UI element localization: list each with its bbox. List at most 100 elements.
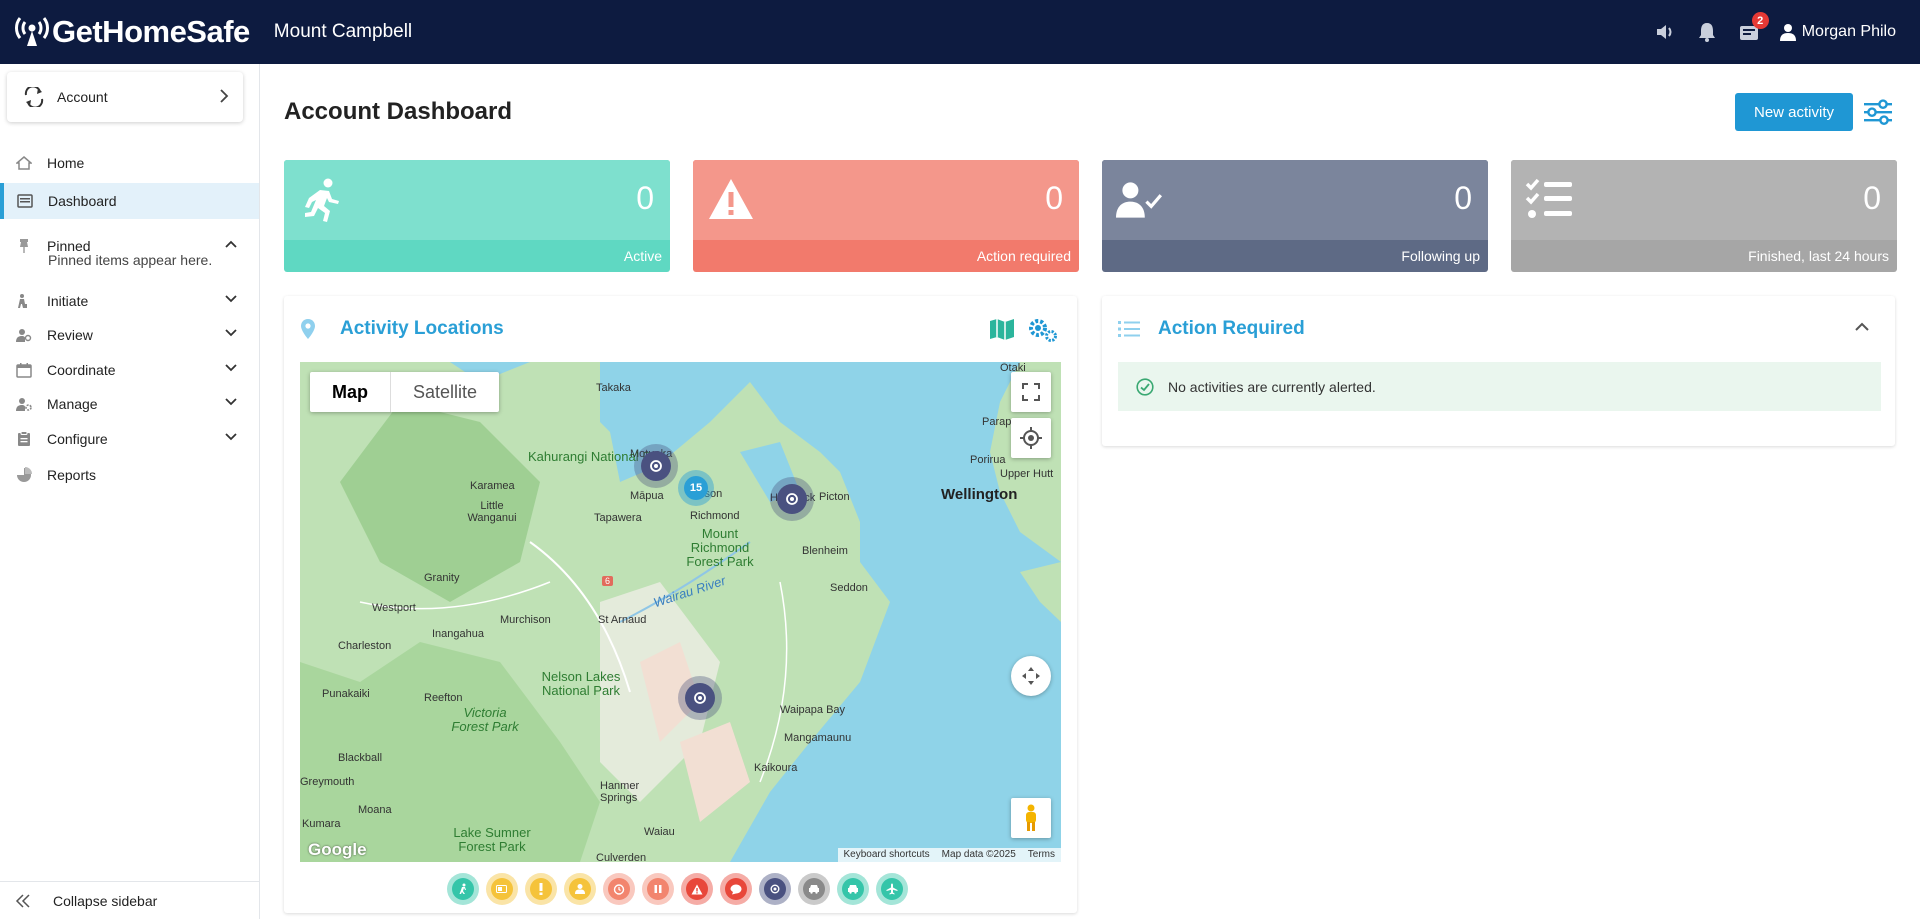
- exclamation-icon: [539, 883, 543, 895]
- legend-location[interactable]: [759, 873, 791, 905]
- broadcast-logo-icon: [15, 17, 49, 46]
- sidebar-item-dashboard[interactable]: Dashboard: [0, 183, 259, 219]
- activity-map[interactable]: Takaka Kahurangi National Park Motueka M…: [300, 362, 1061, 862]
- stat-card-following-up[interactable]: 0 Following up: [1102, 160, 1488, 272]
- car-check-icon: [848, 885, 858, 894]
- map-label: Little Wanganui: [467, 500, 517, 524]
- camera-control-button[interactable]: [1011, 656, 1051, 696]
- map-label: Greymouth: [300, 776, 355, 788]
- map-label: Porirua: [970, 454, 1006, 466]
- map-label: Tapawera: [594, 512, 642, 524]
- task-list-icon: [1525, 178, 1572, 218]
- activity-locations-title: Activity Locations: [340, 318, 504, 339]
- inbox-icon[interactable]: 2: [1738, 12, 1769, 43]
- map-label: Blackball: [338, 752, 383, 764]
- legend-active[interactable]: [447, 873, 479, 905]
- sidebar-item-label: Manage: [47, 396, 98, 412]
- volume-icon[interactable]: [1654, 21, 1676, 43]
- terms-link[interactable]: Terms: [1022, 848, 1061, 862]
- legend-paused[interactable]: [642, 873, 674, 905]
- sidebar-item-label: Reports: [47, 467, 97, 483]
- tab-satellite[interactable]: Satellite: [391, 372, 499, 412]
- top-bar: GetHomeSafe Mount Campbell 2 Morgan Phil…: [0, 0, 1920, 64]
- stat-label: Active: [623, 248, 662, 264]
- manage-icon: [15, 395, 33, 413]
- map-label: Culverden: [596, 852, 647, 862]
- sidebar-item-label: Initiate: [47, 293, 89, 309]
- sidebar-item-initiate[interactable]: Initiate: [0, 283, 259, 319]
- dashboard-icon: [16, 192, 34, 210]
- map-label: Māpua: [630, 490, 664, 502]
- folded-map-icon[interactable]: [989, 318, 1015, 340]
- chevron-down-icon: [225, 433, 237, 441]
- chevron-right-icon: [220, 89, 229, 103]
- sidebar-item-home[interactable]: Home: [0, 145, 259, 181]
- bell-icon[interactable]: [1696, 21, 1718, 43]
- new-activity-button[interactable]: New activity: [1735, 93, 1853, 131]
- switch-arrows-icon: [24, 87, 44, 107]
- legend-flight[interactable]: [876, 873, 908, 905]
- activity-cluster[interactable]: 15: [678, 470, 714, 506]
- activity-marker[interactable]: [770, 477, 814, 521]
- map-label: Blenheim: [802, 545, 848, 557]
- map-label: Westport: [372, 602, 416, 614]
- plane-icon: [886, 883, 898, 895]
- status-legend: [447, 873, 915, 905]
- user-check-icon: [1116, 182, 1163, 218]
- stat-value: 0: [636, 180, 654, 216]
- cluster-count: 15: [684, 476, 708, 500]
- map-label: Picton: [819, 491, 850, 503]
- map-label: Hanmer Springs: [600, 780, 640, 804]
- activity-marker[interactable]: [678, 676, 722, 720]
- legend-message[interactable]: [720, 873, 752, 905]
- settings-cogs-icon[interactable]: [1027, 317, 1059, 343]
- chevron-up-icon[interactable]: [1855, 322, 1869, 331]
- collapse-sidebar-button[interactable]: Collapse sidebar: [0, 881, 259, 919]
- configure-icon: [15, 430, 33, 448]
- fullscreen-button[interactable]: [1011, 372, 1051, 412]
- pegman-icon: [1026, 804, 1036, 831]
- stat-card-active[interactable]: 0 Active: [284, 160, 670, 272]
- crosshair-icon: [786, 493, 798, 505]
- map-label: St Arnaud: [598, 614, 647, 626]
- my-location-button[interactable]: [1011, 418, 1051, 458]
- legend-driving[interactable]: [798, 873, 830, 905]
- legend-drive-complete[interactable]: [837, 873, 869, 905]
- reports-icon: [15, 466, 33, 484]
- map-label: Seddon: [830, 582, 868, 594]
- legend-attention[interactable]: [525, 873, 557, 905]
- account-switcher[interactable]: Account: [7, 72, 243, 122]
- warning-triangle-icon: [709, 179, 753, 219]
- pan-arrows-icon: [1022, 667, 1040, 685]
- filter-sliders-icon[interactable]: [1862, 96, 1894, 128]
- map-label: Kaikoura: [754, 762, 798, 774]
- map-label: Murchison: [500, 614, 551, 626]
- sidebar-item-manage[interactable]: Manage: [0, 386, 259, 422]
- tab-map[interactable]: Map: [310, 372, 391, 412]
- legend-person[interactable]: [564, 873, 596, 905]
- user-menu[interactable]: Morgan Philo: [1779, 23, 1896, 41]
- stat-card-finished[interactable]: 0 Finished, last 24 hours: [1511, 160, 1897, 272]
- map-label: Mangamaunu: [784, 732, 852, 744]
- activity-marker[interactable]: [634, 444, 678, 488]
- double-chevron-left-icon: [15, 893, 30, 908]
- sidebar-item-configure[interactable]: Configure: [0, 421, 259, 457]
- sidebar-item-reports[interactable]: Reports: [0, 457, 259, 493]
- coordinate-icon: [15, 361, 33, 379]
- stat-card-action-required[interactable]: 0 Action required: [693, 160, 1079, 272]
- sidebar-item-coordinate[interactable]: Coordinate: [0, 352, 259, 388]
- map-label: Mount Richmond Forest Park: [686, 526, 754, 569]
- sidebar-item-review[interactable]: Review: [0, 317, 259, 353]
- user-name: Morgan Philo: [1801, 23, 1896, 40]
- chevron-up-icon: [225, 240, 237, 248]
- legend-alert[interactable]: [681, 873, 713, 905]
- sidebar: Account Home Dashboard Pinned Pinned ite…: [0, 64, 260, 919]
- legend-overdue[interactable]: [603, 873, 635, 905]
- map-pin-icon: [301, 319, 315, 339]
- keyboard-shortcuts-link[interactable]: Keyboard shortcuts: [838, 848, 936, 862]
- initiate-icon: [15, 292, 33, 310]
- legend-low-battery[interactable]: [486, 873, 518, 905]
- street-view-pegman[interactable]: [1011, 798, 1051, 838]
- walker-icon: [459, 883, 466, 894]
- logo[interactable]: GetHomeSafe: [14, 14, 250, 50]
